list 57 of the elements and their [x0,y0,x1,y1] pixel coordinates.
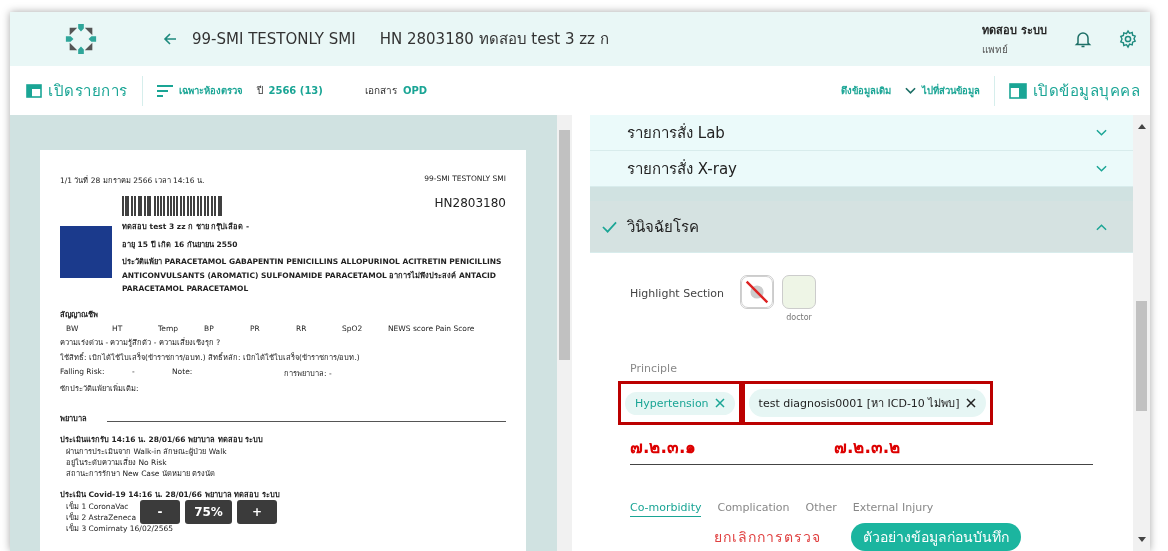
user-name: ทดสอบ ระบบ [982,23,1047,39]
scrollbar-thumb[interactable] [559,130,570,360]
chevron-down-icon [904,86,916,95]
scroll-down-icon[interactable] [1137,537,1146,543]
section-title: วินิจฉัยโรค [627,216,700,238]
tab[interactable]: External Injury [852,501,934,517]
user-role: แพทย์ [982,43,1010,57]
zoom-in-button[interactable]: + [237,500,277,524]
no-color-icon[interactable] [740,275,775,309]
chevron-icon [1096,164,1107,173]
diagnosis-chip[interactable]: Hypertension [625,391,735,415]
filter-button[interactable]: เฉพาะห้องตรวจ [156,83,243,98]
accordion-header[interactable]: รายการสั่ง X-ray [590,151,1133,188]
patient-title: HN 2803180 ทดสอบ test 3 zz ก [379,29,609,50]
open-list-button[interactable]: เปิดรายการ [26,78,128,103]
scroll-up-icon[interactable] [1137,123,1146,129]
annotation-label: ๗.๒.๓.๒ [833,436,901,459]
accordion-header[interactable]: วินิจฉัยโรค [590,201,1133,253]
accordion-header[interactable]: รายการสั่ง Lab [590,115,1133,152]
logo-icon [64,22,98,56]
panel-icon [1008,82,1027,99]
back-arrow-icon[interactable] [162,31,178,47]
tab[interactable]: Co-morbidity [630,501,702,517]
bell-icon[interactable] [1073,29,1093,49]
settings-icon[interactable] [1118,29,1138,49]
color-swatch[interactable] [782,275,817,309]
section-title: รายการสั่ง Lab [627,122,726,144]
tab[interactable]: Complication [717,501,790,517]
pull-data-button[interactable]: ดึงข้อมูลเดิม [840,83,891,98]
scrollbar-thumb[interactable] [1136,301,1147,411]
action-button[interactable]: ยกเลิกการตรวจ [702,523,833,551]
section-title: รายการสั่ง X-ray [627,158,738,180]
highlight-label: Highlight Section [630,287,725,300]
year-label: ปี [256,84,263,98]
zoom-out-button[interactable]: - [140,500,180,524]
document-value[interactable]: OPD [402,85,427,96]
zoom-level: 75% [185,500,232,524]
goto-section-button[interactable]: ไปที่ส่วนข้อมูล [904,83,980,98]
close-icon[interactable] [965,398,976,408]
check-icon [602,220,617,233]
sort-icon [156,84,173,97]
document-label: เอกสาร [364,84,397,98]
chevron-icon [1096,222,1107,231]
swatch-label: doctor [786,313,812,322]
patient-picture [60,226,112,278]
principle-label: Principle [630,362,678,375]
clinic-title: 99-SMI TESTONLY SMI [192,30,356,48]
tab[interactable]: Other [805,501,837,517]
chevron-icon [1096,128,1107,137]
barcode-icon [122,196,222,216]
hn-number: HN2803180 [434,196,506,210]
year-value[interactable]: 2566 (13) [268,85,323,96]
panel-icon [26,82,42,99]
open-person-button[interactable]: เปิดข้อมูลบุคคล [1008,78,1140,103]
annotation-label: ๗.๒.๓.๑ [630,436,697,459]
action-button[interactable]: ตัวอย่างข้อมูลก่อนบันทึก [851,523,1021,551]
diagnosis-chip[interactable]: test diagnosis0001 [หา ICD-10 ไม่พบ] [748,389,986,417]
